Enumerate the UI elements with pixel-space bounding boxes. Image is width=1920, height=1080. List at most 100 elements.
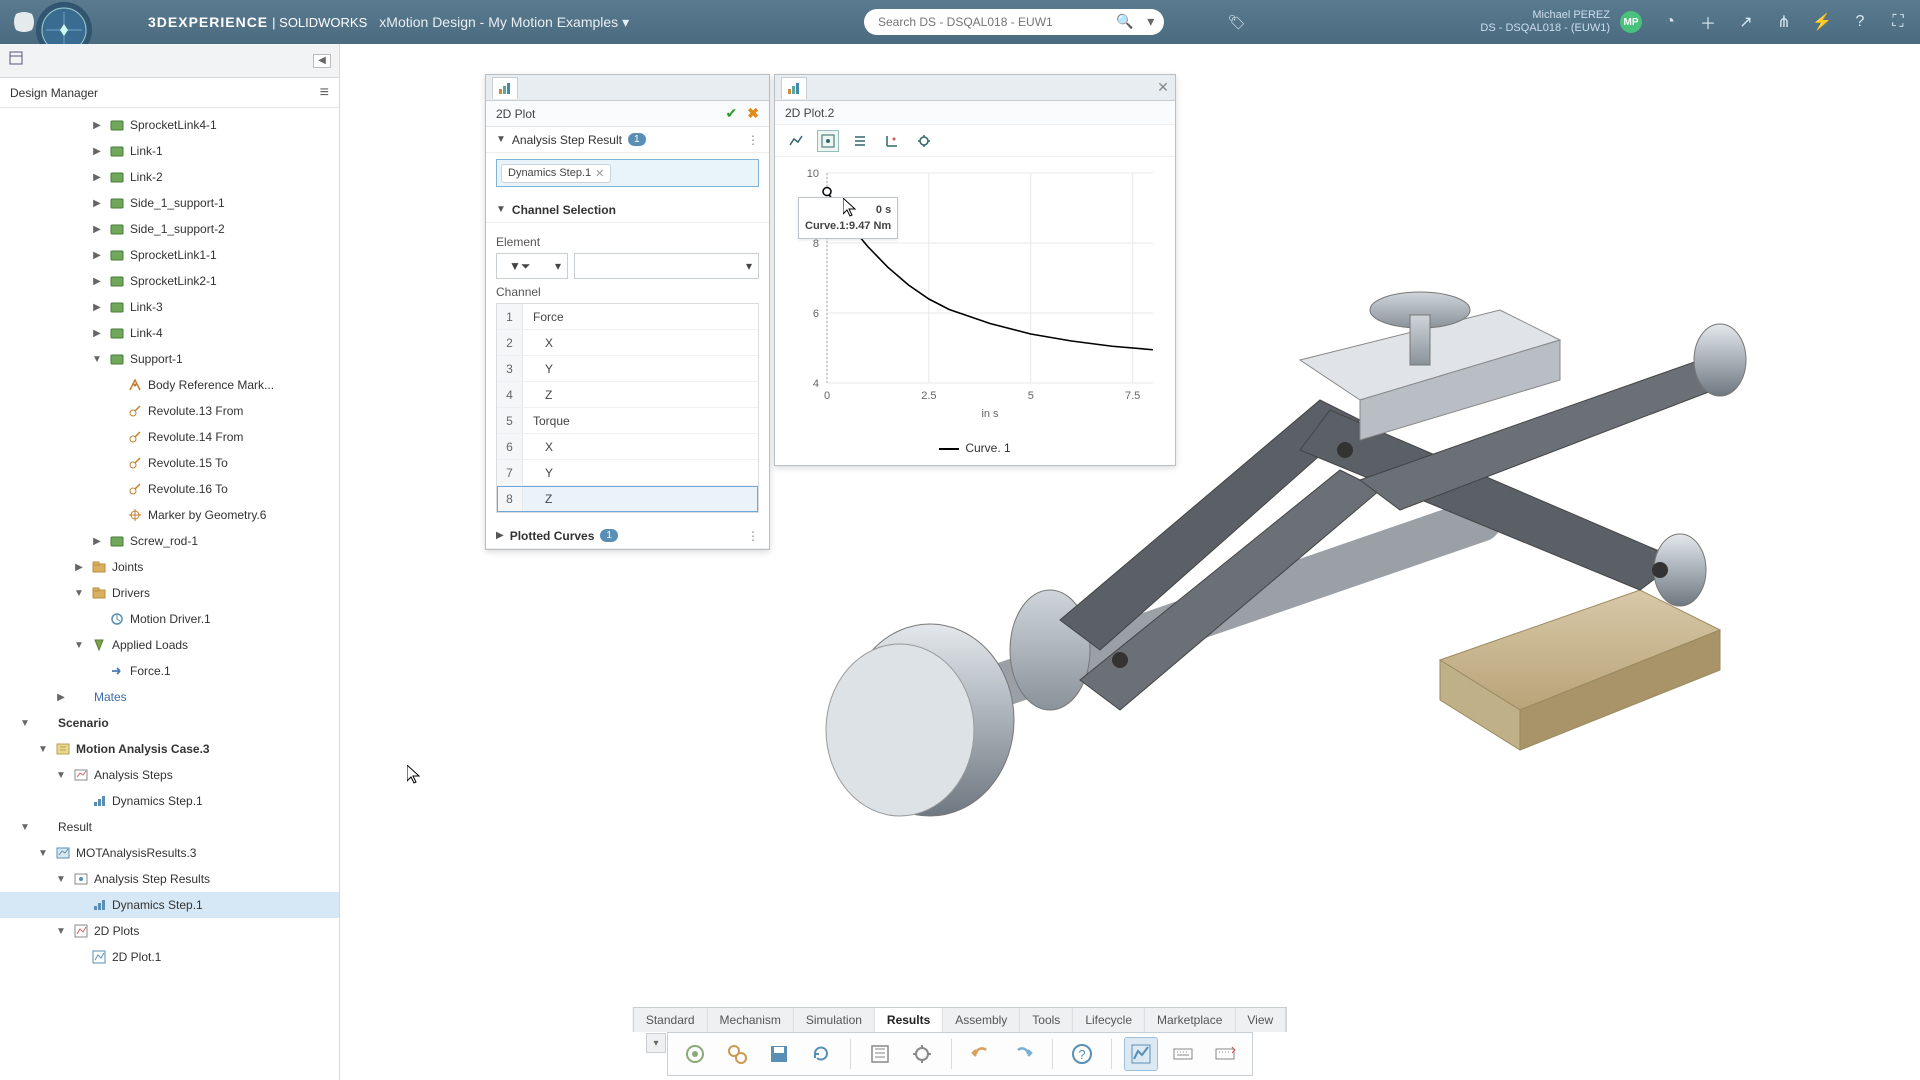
tool-undo-icon[interactable] xyxy=(964,1037,998,1071)
panel-tab-icon[interactable] xyxy=(492,77,518,99)
channel-row[interactable]: 6X xyxy=(497,434,758,460)
tool-keyboard2-icon[interactable] xyxy=(1208,1037,1242,1071)
tree-item[interactable]: ▼Drivers xyxy=(0,580,339,606)
channel-row[interactable]: 7Y xyxy=(497,460,758,486)
tag-icon[interactable]: 🏷 xyxy=(1228,14,1246,31)
bottom-tab[interactable]: View xyxy=(1235,1008,1286,1032)
tool-redo-icon[interactable] xyxy=(1006,1037,1040,1071)
plot-tool-settings-icon[interactable] xyxy=(913,130,935,152)
add-icon[interactable]: ＋ xyxy=(1698,12,1718,32)
notification-icon[interactable]: ◔ xyxy=(1660,12,1680,32)
tree-item[interactable]: ▼Analysis Step Results xyxy=(0,866,339,892)
tree-item[interactable]: ▼Motion Analysis Case.3 xyxy=(0,736,339,762)
channel-row[interactable]: 2X xyxy=(497,330,758,356)
tree-item[interactable]: Revolute.15 To xyxy=(0,450,339,476)
share-icon[interactable]: ↗ xyxy=(1736,12,1756,32)
toolbar-expand-icon[interactable]: ▾ xyxy=(646,1033,666,1053)
tree-item[interactable]: ▶SprocketLink1-1 xyxy=(0,242,339,268)
analysis-step-chipbox[interactable]: Dynamics Step.1 ✕ xyxy=(496,159,759,187)
cancel-icon[interactable]: ✖ xyxy=(747,105,759,122)
bottom-tab[interactable]: Results xyxy=(875,1008,943,1032)
plot-tool-list-icon[interactable] xyxy=(849,130,871,152)
tree-item[interactable]: ▼MOTAnalysisResults.3 xyxy=(0,840,339,866)
search-scope-dropdown[interactable]: ▾ xyxy=(1140,11,1162,33)
tool-refresh-icon[interactable] xyxy=(804,1037,838,1071)
bottom-tab[interactable]: Standard xyxy=(634,1008,708,1032)
channel-grid[interactable]: 1Force2X3Y4Z5Torque6X7Y8Z xyxy=(496,303,759,513)
bottom-tab[interactable]: Marketplace xyxy=(1145,1008,1235,1032)
3d-viewport[interactable] xyxy=(760,160,1880,880)
tree-item[interactable]: ▼Scenario xyxy=(0,710,339,736)
sidebar-menu-icon[interactable]: ≡ xyxy=(320,84,329,102)
tree-item[interactable]: 2D Plot.1 xyxy=(0,944,339,970)
tree-item[interactable]: ▼2D Plots xyxy=(0,918,339,944)
collab-icon[interactable]: ⋔ xyxy=(1774,12,1794,32)
section-plotted-curves[interactable]: ▶ Plotted Curves 1 ⋮ xyxy=(486,523,769,549)
tree-item[interactable]: ▶Screw_rod-1 xyxy=(0,528,339,554)
tree-item[interactable]: ▶Joints xyxy=(0,554,339,580)
tree-item[interactable]: ▶Side_1_support-1 xyxy=(0,190,339,216)
tree-item[interactable]: ▶Link-3 xyxy=(0,294,339,320)
tree-item[interactable]: ▶SprocketLink2-1 xyxy=(0,268,339,294)
plot-tool-chart-icon[interactable] xyxy=(785,130,807,152)
element-select-dropdown[interactable]: ▾ xyxy=(574,253,759,279)
channel-row[interactable]: 3Y xyxy=(497,356,758,382)
bottom-tab[interactable]: Lifecycle xyxy=(1073,1008,1145,1032)
close-icon[interactable]: ✕ xyxy=(1151,79,1175,96)
tree-item[interactable]: Dynamics Step.1 xyxy=(0,788,339,814)
tree-item[interactable]: ▶Mates xyxy=(0,684,339,710)
tree-item[interactable]: ▶Side_1_support-2 xyxy=(0,216,339,242)
tool-help-icon[interactable]: ? xyxy=(1065,1037,1099,1071)
section-menu-icon[interactable]: ⋮ xyxy=(747,529,759,543)
fullscreen-icon[interactable]: ⛶ xyxy=(1888,12,1908,32)
plot-tool-axes-icon[interactable] xyxy=(881,130,903,152)
channel-row[interactable]: 8Z xyxy=(497,486,758,512)
tree-item[interactable]: Revolute.16 To xyxy=(0,476,339,502)
tool-plot-icon[interactable] xyxy=(1124,1037,1158,1071)
tree-item[interactable]: Force.1 xyxy=(0,658,339,684)
sidebar-tab-icon[interactable] xyxy=(8,50,24,71)
section-menu-icon[interactable]: ⋮ xyxy=(747,133,759,147)
tree-item[interactable]: Motion Driver.1 xyxy=(0,606,339,632)
tree-item[interactable]: ▼Support-1 xyxy=(0,346,339,372)
avatar[interactable]: MP xyxy=(1620,11,1642,33)
tree-item[interactable]: ▼Applied Loads xyxy=(0,632,339,658)
tool-keyboard1-icon[interactable] xyxy=(1166,1037,1200,1071)
confirm-icon[interactable]: ✔ xyxy=(726,105,738,122)
tree-item[interactable]: ▼Analysis Steps xyxy=(0,762,339,788)
tree-item[interactable]: Revolute.14 From xyxy=(0,424,339,450)
tree-item[interactable]: Revolute.13 From xyxy=(0,398,339,424)
bottom-tab[interactable]: Mechanism xyxy=(708,1008,794,1032)
plot-tool-cursor-icon[interactable] xyxy=(817,130,839,152)
tree-item[interactable]: ▶Link-2 xyxy=(0,164,339,190)
design-tree[interactable]: ▶SprocketLink4-1▶Link-1▶Link-2▶Side_1_su… xyxy=(0,108,339,1080)
tree-item[interactable]: Marker by Geometry.6 xyxy=(0,502,339,528)
tree-item[interactable]: ▶SprocketLink4-1 xyxy=(0,112,339,138)
tool-gear2-icon[interactable] xyxy=(720,1037,754,1071)
search-icon[interactable]: 🔍 xyxy=(1114,11,1136,33)
tree-item[interactable]: Dynamics Step.1 xyxy=(0,892,339,918)
bottom-tab[interactable]: Simulation xyxy=(794,1008,875,1032)
user-block[interactable]: Michael PEREZ DS - DSQAL018 - (EUW1) xyxy=(1480,9,1610,35)
tree-item[interactable]: ▼Result xyxy=(0,814,339,840)
tool-settings-icon[interactable] xyxy=(905,1037,939,1071)
tree-item[interactable]: Body Reference Mark... xyxy=(0,372,339,398)
element-filter-dropdown[interactable]: ▼⏷▾ xyxy=(496,253,568,279)
help-icon[interactable]: ? xyxy=(1850,12,1870,32)
tree-item[interactable]: ▶Link-4 xyxy=(0,320,339,346)
section-analysis-step-result[interactable]: ▼ Analysis Step Result 1 ⋮ xyxy=(486,127,769,153)
tool-results-icon[interactable] xyxy=(863,1037,897,1071)
bottom-tab[interactable]: Tools xyxy=(1020,1008,1073,1032)
channel-row[interactable]: 5Torque xyxy=(497,408,758,434)
section-channel-selection[interactable]: ▼ Channel Selection xyxy=(486,197,769,223)
channel-row[interactable]: 4Z xyxy=(497,382,758,408)
tool-gear1-icon[interactable] xyxy=(678,1037,712,1071)
channel-row[interactable]: 1Force xyxy=(497,304,758,330)
flash-icon[interactable]: ⚡ xyxy=(1812,12,1832,32)
tree-item[interactable]: ▶Link-1 xyxy=(0,138,339,164)
analysis-step-chip[interactable]: Dynamics Step.1 ✕ xyxy=(501,164,611,183)
bottom-tab[interactable]: Assembly xyxy=(943,1008,1020,1032)
tool-save-icon[interactable] xyxy=(762,1037,796,1071)
sidebar-collapse-icon[interactable]: ◀ xyxy=(313,54,331,68)
app-context[interactable]: xMotion Design - My Motion Examples ▾ xyxy=(379,14,629,31)
